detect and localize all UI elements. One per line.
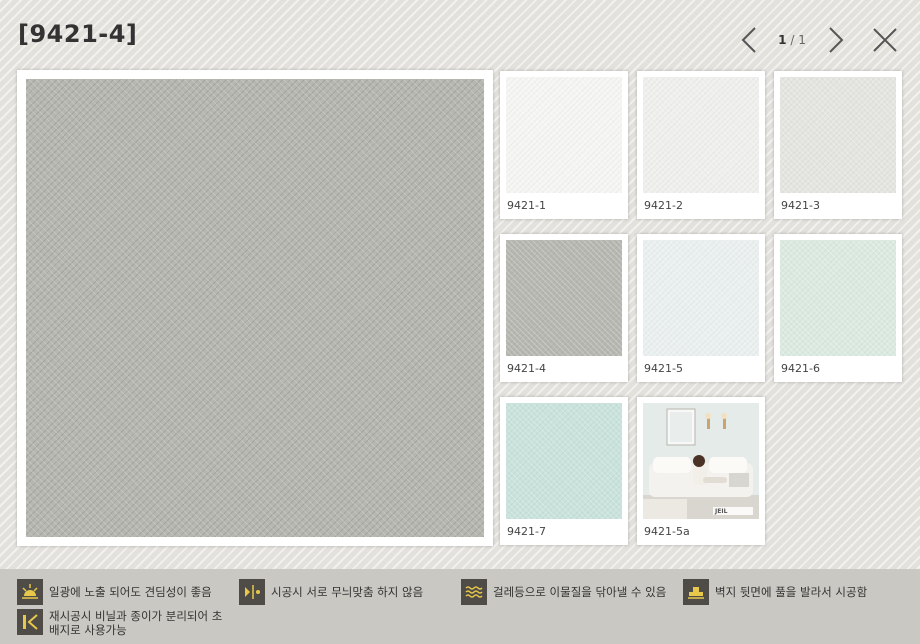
page-title: [9421-4]	[18, 20, 138, 48]
wallpaper-swatch	[506, 77, 622, 193]
feature-text: 시공시 서로 무늬맞춤 하지 않음	[271, 585, 424, 599]
thumbnail-9421-7[interactable]: 9421-7	[500, 397, 628, 545]
thumbnail-code: 9421-4	[507, 362, 546, 375]
thumbnail-code: 9421-5	[644, 362, 683, 375]
close-icon	[873, 28, 897, 52]
thumbnail-code: 9421-1	[507, 199, 546, 212]
thumbnail-9421-5a[interactable]: JEIL 9421-5a	[637, 397, 765, 545]
wallpaper-swatch	[643, 77, 759, 193]
main-preview	[17, 70, 493, 546]
feature-item: 일광에 노출 되어도 견딤성이 좋음	[17, 579, 212, 605]
feature-item: 시공시 서로 무늬맞춤 하지 않음	[239, 579, 423, 605]
thumbnail-9421-5[interactable]: 9421-5	[637, 234, 765, 382]
thumbnail-code: 9421-2	[644, 199, 683, 212]
wallpaper-swatch	[506, 240, 622, 356]
main-wallpaper-image	[26, 79, 484, 537]
thumbnail-code: 9421-5a	[644, 525, 690, 538]
close-button[interactable]	[870, 22, 900, 58]
feature-item: 재시공시 비닐과 종이가 분리되어 초 배지로 사용가능	[17, 609, 222, 637]
chevron-right-icon	[829, 27, 844, 53]
page-indicator: 1 / 1	[778, 33, 806, 47]
sun-icon	[17, 579, 43, 605]
feature-item: 벽지 뒷면에 풀을 발라서 시공함	[683, 579, 867, 605]
wallpaper-swatch	[780, 77, 896, 193]
room-photo: JEIL	[643, 403, 759, 519]
chevron-left-icon	[741, 27, 756, 53]
wallpaper-swatch	[643, 240, 759, 356]
feature-bar: 일광에 노출 되어도 견딤성이 좋음 시공시 서로 무늬맞춤 하지 않음 걸레등…	[0, 569, 920, 644]
wallpaper-swatch	[780, 240, 896, 356]
thumbnail-code: 9421-3	[781, 199, 820, 212]
glue-wall-icon	[683, 579, 709, 605]
prev-button[interactable]	[735, 22, 765, 58]
peel-layer-icon	[17, 609, 43, 635]
wave-wash-icon	[461, 579, 487, 605]
thumbnail-9421-6[interactable]: 9421-6	[774, 234, 902, 382]
thumbnail-9421-1[interactable]: 9421-1	[500, 71, 628, 219]
feature-text: 걸레등으로 이물질을 닦아낼 수 있음	[493, 585, 667, 599]
feature-item: 걸레등으로 이물질을 닦아낼 수 있음	[461, 579, 666, 605]
pager-nav: 1 / 1	[735, 22, 905, 58]
thumbnail-9421-2[interactable]: 9421-2	[637, 71, 765, 219]
thumbnail-9421-4[interactable]: 9421-4	[500, 234, 628, 382]
thumbnail-9421-3[interactable]: 9421-3	[774, 71, 902, 219]
wallpaper-swatch	[506, 403, 622, 519]
thumbnail-code: 9421-6	[781, 362, 820, 375]
next-button[interactable]	[820, 22, 850, 58]
pattern-match-icon	[239, 579, 265, 605]
room-scene-image: JEIL	[643, 403, 759, 519]
feature-text: 벽지 뒷면에 풀을 발라서 시공함	[715, 585, 868, 599]
feature-text: 재시공시 비닐과 종이가 분리되어 초 배지로 사용가능	[49, 609, 223, 637]
brand-logo: JEIL	[714, 508, 728, 515]
feature-text: 일광에 노출 되어도 견딤성이 좋음	[49, 585, 212, 599]
thumbnail-code: 9421-7	[507, 525, 546, 538]
